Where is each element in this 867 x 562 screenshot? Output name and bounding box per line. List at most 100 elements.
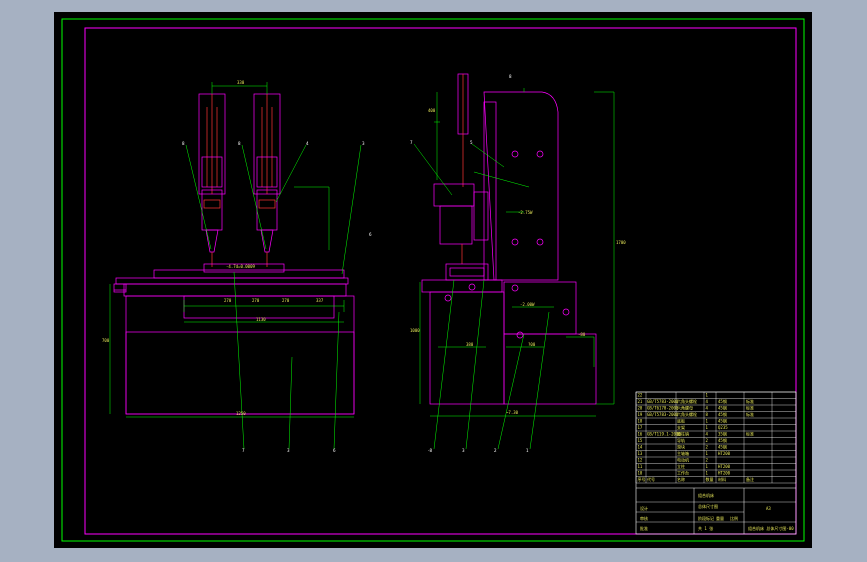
parts-cell-no: 21 (638, 399, 643, 404)
parts-cell-name: 滑块 (677, 444, 685, 450)
parts-cell-name: 圆柱销 (677, 431, 689, 437)
parts-cell-note: 标准 (746, 411, 754, 417)
parts-cell-no: 22 (638, 393, 643, 398)
parts-cell-no: 11 (638, 464, 643, 469)
parts-cell-name: 主轴箱 (677, 450, 689, 456)
side-top-label: 8 (509, 74, 512, 79)
side-bottom-label-a: -8 (428, 448, 432, 453)
parts-header-code: 代号 (647, 476, 655, 482)
parts-cell-no: 16 (638, 432, 643, 437)
stage-scale: 比例 (730, 515, 738, 521)
front-label-b: 8 (238, 141, 241, 146)
parts-cell-qty: 2 (706, 438, 709, 443)
parts-cell-name: 六角螺母 (677, 405, 693, 411)
front-view-text: 330 -4.7d=0.0009 270 270 270 337 1250 11… (102, 80, 372, 453)
parts-cell-note: 标准 (746, 405, 754, 411)
side-dim-b: ?00 (528, 342, 536, 347)
inner-frame (84, 27, 797, 535)
front-dim-3: 270 (282, 298, 290, 303)
front-bottom-label-a: 7 (242, 448, 245, 453)
parts-cell-no: 10 (638, 471, 643, 476)
parts-cell-qty: 1 (706, 464, 709, 469)
drawing-number: 组合机床 总体尺寸图-00 (748, 525, 794, 531)
parts-cell-mat: HT200 (718, 451, 731, 456)
side-view-text: 8 7 5 -2.75W -2.00W 380 ?00 -80 ~7.30 17… (410, 74, 626, 453)
side-view (421, 73, 597, 405)
side-bottom-label-b: 3 (462, 448, 465, 453)
parts-cell-mat: Q235 (718, 425, 728, 430)
parts-header-qty: 数量 (706, 476, 714, 482)
parts-cell-qty: 1 (706, 471, 709, 476)
sign-review: 审核 (640, 515, 648, 521)
parts-header-mat: 材料 (718, 476, 726, 482)
side-height-dim-b: 1000 (410, 328, 420, 333)
side-view-dimensions (413, 88, 615, 450)
parts-cell-code: GB/T5783-2000 (647, 399, 679, 404)
cad-drawing: 330 -4.7d=0.0009 270 270 270 337 1250 11… (61, 18, 805, 542)
parts-cell-qty: 2 (706, 458, 709, 463)
front-label-a: 8 (182, 141, 185, 146)
sign-approve: 批准 (640, 525, 648, 531)
parts-cell-mat: 45钢 (718, 444, 727, 450)
front-dim-4: 337 (316, 298, 324, 303)
drawing-title-2: 总体尺寸图 (698, 503, 718, 509)
parts-cell-mat: HT200 (718, 471, 731, 476)
side-label-a: 7 (410, 140, 413, 145)
drawing-viewport[interactable]: 330 -4.7d=0.0009 270 270 270 337 1250 11… (54, 12, 812, 548)
parts-cell-qty: 4 (706, 432, 709, 437)
side-height-dim-c: 400 (428, 108, 436, 113)
parts-cell-mat: HT200 (718, 464, 731, 469)
parts-cell-mat: 45钢 (718, 418, 727, 424)
side-bottom-label-d: 1 (526, 448, 529, 453)
parts-cell-no: 13 (638, 451, 643, 456)
parts-cell-no: 14 (638, 445, 643, 450)
parts-cell-qty: 1 (706, 451, 709, 456)
parts-cell-name: 底板 (677, 418, 685, 424)
side-dim-c: -80 (578, 332, 586, 337)
side-width-dim: ~7.30 (506, 410, 519, 415)
front-mid-label: 6 (369, 232, 372, 237)
parts-cell-name: 六角头螺栓 (677, 398, 697, 404)
front-overall-width: 1250 (236, 411, 246, 416)
parts-header-no: 序号 (638, 476, 646, 482)
side-callout-a: -2.75W (518, 210, 533, 215)
parts-cell-name: 工作台 (677, 470, 689, 476)
parts-cell-no: 12 (638, 458, 643, 463)
front-dim-1: 270 (224, 298, 232, 303)
front-lower-dim: 1130 (256, 317, 266, 322)
parts-cell-name: 导轨 (677, 437, 685, 443)
drawing-title-1: 组合机床 (698, 492, 714, 498)
parts-cell-name: 六角头螺栓 (677, 411, 697, 417)
side-callout-b: -2.00W (520, 302, 535, 307)
parts-cell-qty: 1 (706, 393, 709, 398)
parts-cell-qty: 2 (706, 445, 709, 450)
drawing-scale: A3 (766, 506, 771, 511)
side-bottom-label-c: 2 (494, 448, 497, 453)
parts-header-name: 名称 (677, 476, 685, 482)
parts-cell-no: 17 (638, 425, 643, 430)
parts-cell-no: 18 (638, 419, 643, 424)
front-bottom-label-c: 6 (333, 448, 336, 453)
parts-cell-name: 支架 (677, 424, 685, 430)
parts-cell-qty: 1 (706, 419, 709, 424)
front-center-label: -4.7d=0.0009 (226, 264, 255, 269)
stage-weight: 重量 (716, 515, 724, 521)
parts-cell-qty: 4 (706, 406, 709, 411)
front-height-dim: 700 (102, 338, 110, 343)
front-label-c: 4 (306, 141, 309, 146)
parts-cell-no: 19 (638, 412, 643, 417)
side-height-dim-a: 1700 (616, 240, 626, 245)
parts-cell-no: 20 (638, 406, 643, 411)
side-dim-a: 380 (466, 342, 474, 347)
stage-mark: 阶段标记 (698, 515, 714, 521)
parts-cell-mat: 45钢 (718, 405, 727, 411)
parts-cell-note: 标准 (746, 398, 754, 404)
sign-design: 设计 (640, 505, 648, 511)
parts-cell-qty: 4 (706, 399, 709, 404)
parts-cell-name: 立柱 (677, 463, 685, 469)
parts-cell-code: GB/T6170-2000 (647, 406, 679, 411)
parts-cell-name: 电动机 (677, 457, 689, 463)
front-bottom-label-b: 3 (287, 448, 290, 453)
parts-cell-mat: 35钢 (718, 431, 727, 437)
parts-cell-qty: 8 (706, 412, 709, 417)
